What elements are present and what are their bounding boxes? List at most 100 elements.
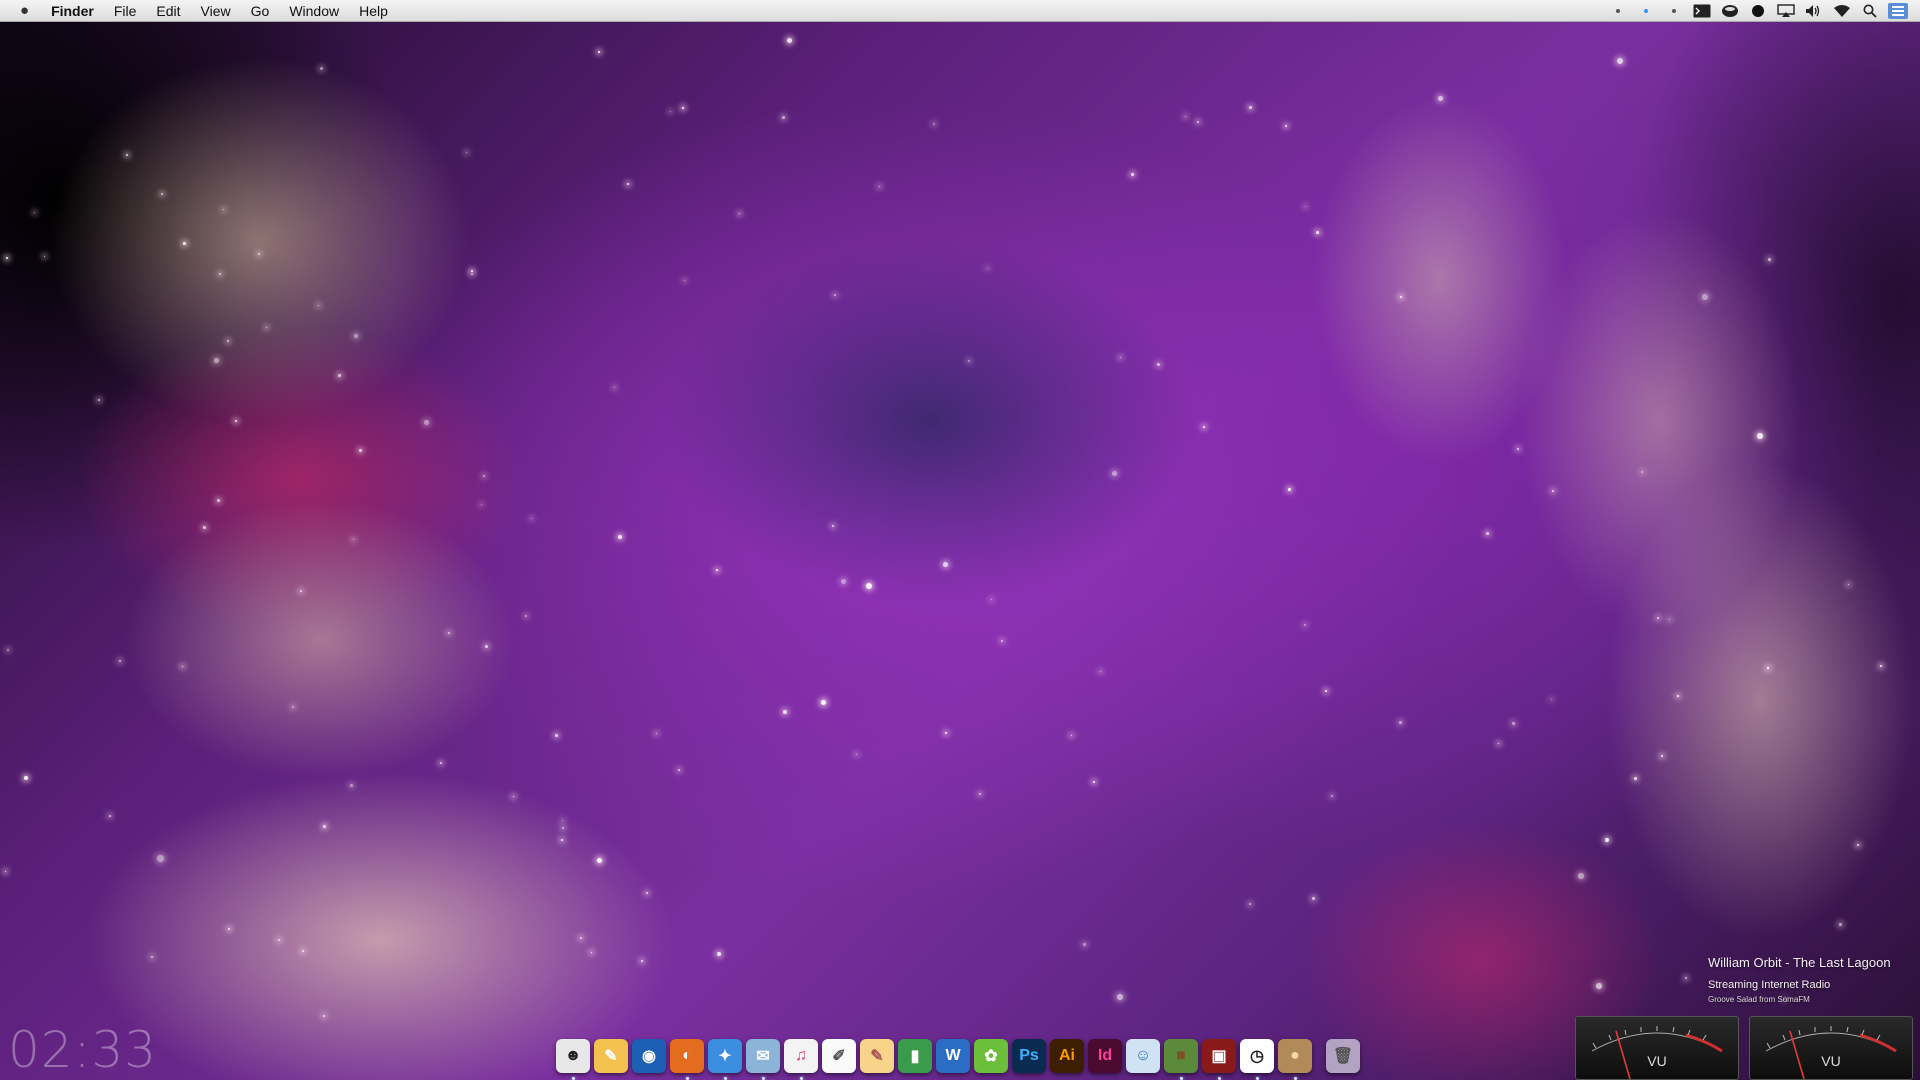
spotlight-icon[interactable] [1859,0,1881,22]
trash-icon[interactable]: 🗑 [1326,1039,1360,1073]
star [151,956,153,958]
star [670,111,672,113]
star [24,776,29,781]
textedit-icon[interactable]: ✐ [822,1039,856,1073]
menu-view[interactable]: View [191,0,241,22]
star [1285,125,1288,128]
star [320,67,323,70]
planet-icon[interactable]: ● [1278,1039,1312,1080]
star [1685,977,1688,980]
star [1117,994,1124,1001]
star [1197,121,1199,123]
word-icon[interactable]: W [936,1039,970,1073]
star [561,839,564,842]
airplay-icon[interactable] [1775,0,1797,22]
firefox-icon[interactable]: ◐ [670,1039,704,1080]
now-playing-source: Streaming Internet Radio [1708,979,1831,991]
google-earth-icon[interactable]: ◉ [632,1039,666,1073]
star [1757,433,1764,440]
star [821,700,826,705]
menu-help[interactable]: Help [349,0,398,22]
star [627,183,630,186]
record-icon[interactable] [1747,0,1769,22]
star [841,579,847,585]
apple-menu-icon[interactable]: ● [0,2,41,19]
pages-icon[interactable]: ✎ [860,1039,894,1073]
star [323,1015,325,1017]
status-area [1604,0,1920,22]
star [598,51,601,54]
illustrator-icon[interactable]: Ai [1050,1039,1084,1073]
menu-file[interactable]: File [104,0,147,22]
dot-icon[interactable] [1607,0,1629,22]
menu-edit[interactable]: Edit [146,0,190,22]
volume-icon[interactable] [1803,0,1825,22]
star [302,950,304,952]
star [1880,665,1883,668]
dot-blue-icon[interactable] [1635,0,1657,22]
clock-icon[interactable]: ◷ [1240,1039,1274,1080]
star [739,213,741,215]
star [832,525,834,527]
finder-icon[interactable]: ☺ [1126,1039,1160,1073]
stormtrooper-icon[interactable]: ☻ [556,1039,590,1080]
colorsync-icon[interactable]: ✎ [594,1039,628,1073]
star [782,116,785,119]
star [1677,695,1679,697]
itunes-icon[interactable]: ♫ [784,1039,818,1080]
numbers-icon[interactable]: ▮ [898,1039,932,1073]
camera-icon[interactable]: ▣ [1202,1039,1236,1080]
star [440,762,442,764]
star [6,257,9,260]
menu-app-finder[interactable]: Finder [41,0,104,22]
star [182,666,183,667]
star [1617,58,1624,65]
star [338,374,341,377]
star [834,294,836,296]
star [1185,116,1186,117]
star [1857,844,1859,846]
menu-go[interactable]: Go [241,0,280,22]
indesign-icon[interactable]: Id [1088,1039,1122,1073]
bowl-icon[interactable] [1719,0,1741,22]
now-playing-station: Groove Salad from SomaFM [1708,995,1810,1004]
star [968,360,970,362]
star [1641,471,1643,473]
terminal-icon[interactable] [1691,0,1713,22]
star [1093,781,1096,784]
star [223,209,225,211]
star [525,615,528,618]
now-playing-track: William Orbit - The Last Lagoon [1708,955,1891,970]
sketchup-icon[interactable]: ✿ [974,1039,1008,1073]
safari-icon[interactable]: ✦ [708,1039,742,1080]
star [678,769,681,772]
star [471,273,473,275]
minecraft-icon[interactable]: ■ [1164,1039,1198,1080]
star [1486,532,1489,535]
star [1605,838,1610,843]
wifi-icon[interactable] [1831,0,1853,22]
star [1083,943,1086,946]
star [44,256,46,258]
star [227,340,230,343]
star [1438,96,1444,102]
star [1112,471,1118,477]
star [292,706,295,709]
dot-icon[interactable] [1663,0,1685,22]
star [354,334,359,339]
star [157,855,164,862]
star [278,939,281,942]
star [1100,671,1102,673]
photoshop-icon[interactable]: Ps [1012,1039,1046,1073]
notification-icon[interactable] [1887,0,1909,22]
star [424,420,430,426]
star [266,327,268,329]
mail-icon[interactable]: ✉ [746,1039,780,1080]
menu-window[interactable]: Window [279,0,349,22]
star [513,796,515,798]
star [1517,448,1519,450]
star [1071,735,1073,737]
vu-meter-left: VU [1575,1016,1739,1080]
star [1249,106,1252,109]
star [214,358,219,363]
